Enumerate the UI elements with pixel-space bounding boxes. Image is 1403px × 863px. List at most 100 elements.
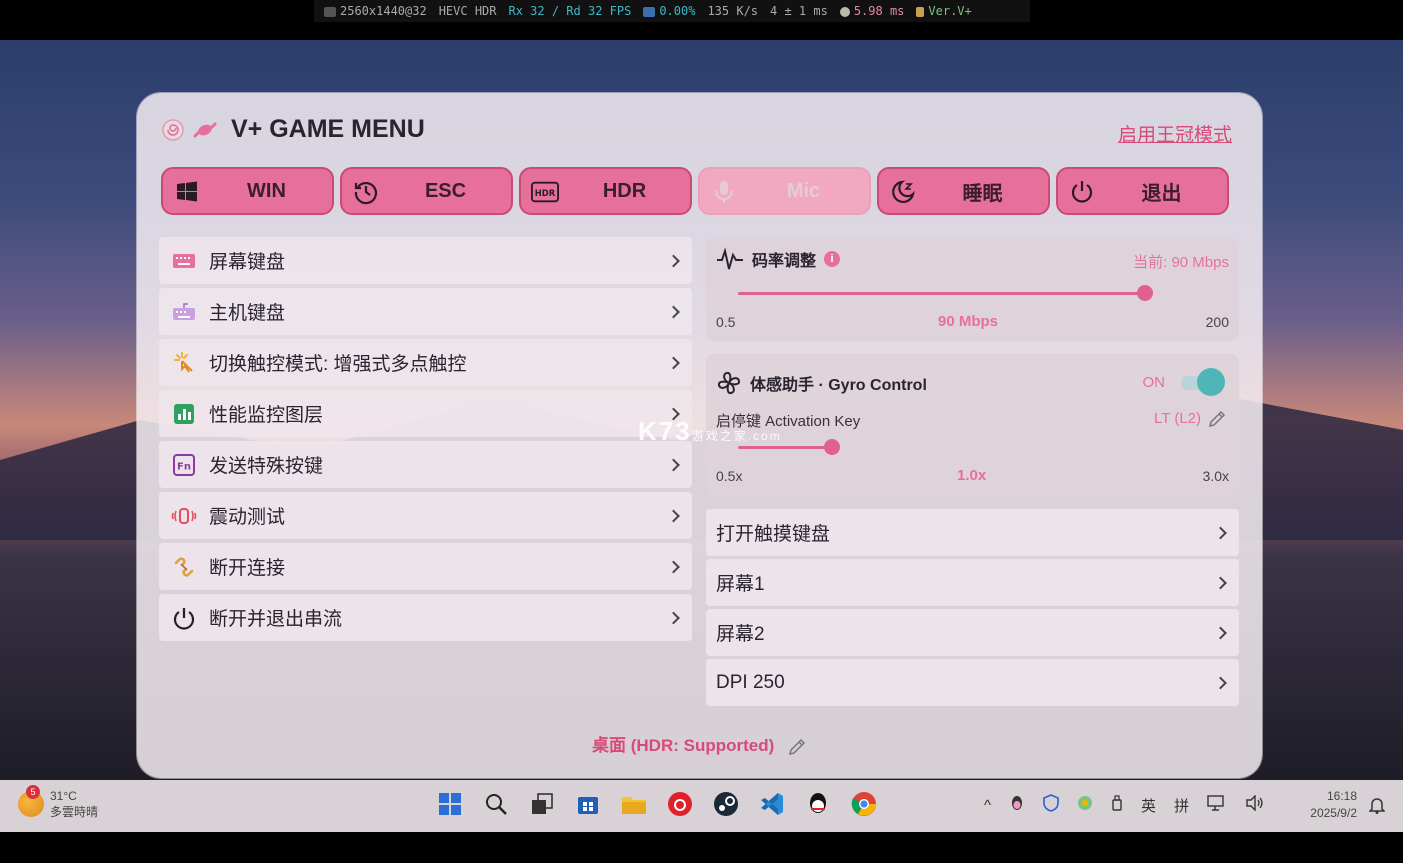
gyro-sensitivity-slider[interactable] [738,439,1208,455]
monitor-network-icon[interactable] [1207,795,1227,815]
pencil-icon[interactable] [787,737,807,757]
history-icon [352,178,380,206]
mic-button[interactable]: Mic [698,167,871,215]
menu-title: V+ GAME MENU [231,115,425,143]
hdr-button[interactable]: HDR HDR [519,167,692,215]
sleep-button[interactable]: 睡眠 [877,167,1050,215]
gyro-toggle-knob [1197,368,1225,396]
display-mode-label: 桌面 (HDR: Supported) [592,736,775,755]
list-item-dpi[interactable]: DPI 250 [706,659,1239,706]
right-menu-list: 打开触摸键盘 屏幕1 屏幕2 DPI 250 [706,509,1239,709]
touch-icon [171,350,197,376]
list-item-performance-overlay[interactable]: 性能监控图层 [159,390,692,437]
host-keyboard-icon [171,299,197,325]
bitrate-slider[interactable] [738,285,1208,301]
list-item-special-keys[interactable]: Fn 发送特殊按键 [159,441,692,488]
weather-sun-icon: 5 [18,785,44,817]
bitrate-value: 90 Mbps [938,313,999,330]
stat-fps: Rx 32 / Rd 32 FPS [508,4,632,18]
qq-icon[interactable] [804,790,832,818]
file-explorer-icon[interactable] [620,790,648,818]
chevron-right-icon [1214,526,1227,539]
chevron-right-icon [1214,626,1227,639]
ime-language-en[interactable]: 英 [1141,795,1156,816]
list-item-label: 断开连接 [209,558,286,579]
esc-button[interactable]: ESC [340,167,513,215]
gyro-toggle[interactable] [1181,368,1225,396]
spiral-logo-icon [162,118,184,141]
vscode-icon[interactable] [758,790,786,818]
list-item-disconnect-exit[interactable]: 断开并退出串流 [159,594,692,641]
unlink-icon [171,554,197,580]
microphone-icon [710,178,738,206]
list-item-label: 切换触控模式: 增强式多点触控 [209,354,467,375]
chevron-right-icon [667,305,680,318]
info-icon[interactable]: i [824,251,841,267]
list-item-label: 屏幕键盘 [209,252,286,273]
bitrate-card: 码率调整 i 当前: 90 Mbps 0.5 90 Mbps 200 [706,237,1239,341]
ime-language-pinyin[interactable]: 拼 [1174,795,1189,816]
crown-mode-link[interactable]: 启用王冠模式 [1118,120,1232,147]
bottom-letterbox [0,832,1403,863]
stat-resolution: 2560x1440@32 [340,4,427,18]
stat-loss: 0.00% [659,4,696,18]
system-tray: ^ 英 拼 [984,794,1265,816]
store-icon[interactable] [574,790,602,818]
list-item-touch-mode[interactable]: 切换触控模式: 增强式多点触控 [159,339,692,386]
netease-music-icon[interactable] [666,790,694,818]
stat-decode: 5.98 ms [853,4,905,18]
chevron-right-icon [1214,576,1227,589]
vibration-icon [171,503,197,529]
power-icon [171,605,197,631]
site-watermark: K73游戏之家.com [638,416,782,447]
list-item-host-keyboard[interactable]: 主机键盘 [159,288,692,335]
weather-badge: 5 [26,785,40,799]
qq-tray-icon[interactable] [1009,795,1025,815]
network-status-icon[interactable] [1077,795,1093,815]
list-item-label: 发送特殊按键 [209,456,324,477]
gyro-max: 3.0x [1202,468,1229,484]
film-icon [324,6,336,17]
pencil-icon[interactable] [1207,409,1227,429]
gyro-min: 0.5x [716,468,743,484]
chevron-up-icon[interactable]: ^ [984,797,991,814]
usb-icon[interactable] [1111,795,1123,815]
gyro-slider-thumb[interactable] [824,439,840,455]
notification-bell-icon[interactable] [1368,796,1386,819]
display-mode-footer[interactable]: 桌面 (HDR: Supported) [137,731,1262,757]
list-item-label: 主机键盘 [209,303,286,324]
win-button[interactable]: WIN [161,167,334,215]
list-item-vibration-test[interactable]: 震动测试 [159,492,692,539]
list-item-disconnect[interactable]: 断开连接 [159,543,692,590]
task-view-icon[interactable] [528,790,556,818]
gyro-card: 体感助手 · Gyro Control ON 启停键 Activation Ke… [706,354,1239,495]
weather-widget[interactable]: 5 31°C 多雲時晴 [18,785,98,820]
exit-button[interactable]: 退出 [1056,167,1229,215]
activation-key-value[interactable]: LT (L2) [1154,410,1201,427]
list-item-screen-2[interactable]: 屏幕2 [706,609,1239,656]
steam-icon[interactable] [712,790,740,818]
hdr-icon: HDR [531,178,559,206]
list-item-label: 屏幕2 [716,624,765,645]
taskbar-clock[interactable]: 16:18 2025/9/2 [1310,788,1357,822]
weather-temperature: 31°C [50,789,77,803]
chevron-right-icon [667,356,680,369]
start-windows-icon[interactable] [436,790,464,818]
gyro-state: ON [1142,374,1166,391]
windows-icon [173,178,201,206]
chevron-right-icon [667,611,680,624]
shield-icon[interactable] [1043,794,1059,816]
bitrate-slider-thumb[interactable] [1137,285,1154,301]
stat-version: Ver.V+ [928,4,972,18]
bitrate-title: 码率调整 [752,253,817,270]
list-item-label: 性能监控图层 [209,405,324,426]
taskbar-apps [436,790,878,818]
list-item-screen-keyboard[interactable]: 屏幕键盘 [159,237,692,284]
chevron-right-icon [667,560,680,573]
search-icon[interactable] [482,790,510,818]
list-item-screen-1[interactable]: 屏幕1 [706,559,1239,606]
chrome-icon[interactable] [850,790,878,818]
volume-icon[interactable] [1245,794,1265,815]
power-icon [1068,178,1096,206]
list-item-touch-keyboard[interactable]: 打开触摸键盘 [706,509,1239,556]
